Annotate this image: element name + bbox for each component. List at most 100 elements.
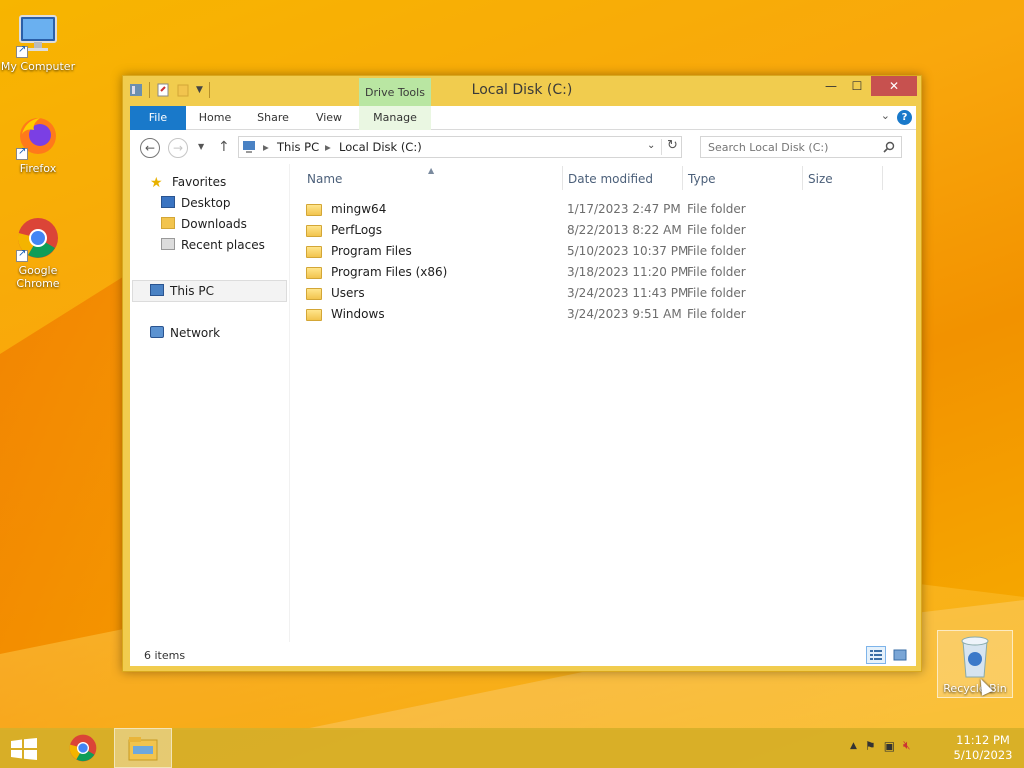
file-type: File folder [687, 265, 746, 279]
this-pc-icon [150, 284, 164, 296]
navigation-pane: ★ Favorites Desktop Downloads Recent plac… [130, 164, 290, 642]
forward-button[interactable]: → [168, 138, 188, 158]
tab-file[interactable]: File [130, 106, 186, 130]
clock-time: 11:12 PM [956, 733, 1010, 747]
file-name: Users [331, 286, 365, 300]
folder-icon [306, 309, 322, 321]
nav-item-label: Desktop [181, 196, 231, 210]
window-title: Local Disk (C:) [471, 82, 573, 98]
windows-start-icon[interactable] [10, 738, 38, 760]
column-header-date-modified[interactable]: Date modified [568, 172, 653, 186]
taskbar: ▲ ⚑ ▣ 🔇︎ 11:12 PM 5/10/2023 [0, 728, 1024, 768]
file-name: Program Files (x86) [331, 265, 448, 279]
file-type: File folder [687, 286, 746, 300]
clock[interactable]: 11:12 PM 5/10/2023 [952, 733, 1014, 763]
file-row[interactable]: Windows 3/24/2023 9:51 AM File folder [306, 304, 886, 325]
recycle-bin-icon [961, 636, 989, 678]
status-bar: 6 items [130, 642, 916, 666]
help-icon[interactable]: ? [897, 110, 912, 125]
recent-locations-icon[interactable]: ▼ [198, 142, 204, 151]
file-row[interactable]: Program Files (x86) 3/18/2023 11:20 PM F… [306, 262, 886, 283]
star-icon: ★ [150, 175, 163, 191]
volume-muted-icon[interactable]: 🔇︎ [903, 738, 911, 753]
network-status-icon[interactable]: ▣ [884, 739, 895, 753]
nav-item-downloads[interactable]: Downloads [161, 214, 247, 234]
column-header-type[interactable]: Type [688, 172, 716, 186]
file-name: mingw64 [331, 202, 387, 216]
maximize-button[interactable]: ☐ [843, 76, 871, 96]
details-view-button[interactable] [866, 646, 886, 664]
column-header-size[interactable]: Size [808, 172, 833, 186]
file-row[interactable]: mingw64 1/17/2023 2:47 PM File folder [306, 199, 886, 220]
desktop-icon-firefox[interactable]: Firefox [0, 112, 76, 175]
this-pc-small-icon [243, 141, 255, 153]
tab-view[interactable]: View [308, 106, 350, 130]
expand-ribbon-icon[interactable]: ⌄ [881, 109, 890, 122]
folder-icon [306, 225, 322, 237]
desktop-icon-recycle-bin[interactable]: Recycle Bin [937, 630, 1013, 698]
search-input[interactable] [701, 137, 876, 157]
search-box[interactable] [700, 136, 902, 158]
action-center-flag-icon[interactable]: ⚑ [865, 739, 876, 753]
desktop-icon-label: Recycle Bin [943, 682, 1007, 695]
file-row[interactable]: Program Files 5/10/2023 10:37 PM File fo… [306, 241, 886, 262]
network-icon [150, 326, 164, 338]
file-type: File folder [687, 202, 746, 216]
folder-icon [306, 288, 322, 300]
search-icon[interactable] [883, 141, 895, 153]
chrome-icon [14, 214, 62, 262]
tab-home[interactable]: Home [192, 106, 238, 130]
nav-item-desktop[interactable]: Desktop [161, 193, 231, 213]
nav-item-recent-places[interactable]: Recent places [161, 235, 265, 255]
desktop-icon-chrome[interactable]: Google Chrome [0, 214, 76, 290]
desktop-icon-label: Google Chrome [16, 264, 60, 290]
taskbar-chrome-button[interactable] [54, 728, 112, 768]
folder-icon [306, 204, 322, 216]
tab-manage[interactable]: Manage [359, 106, 431, 130]
address-dropdown-icon[interactable]: ⌄ [647, 140, 655, 151]
sort-ascending-icon: ▲ [428, 166, 435, 175]
breadcrumb-local-disk[interactable]: Local Disk (C:) [339, 140, 422, 154]
details-view-icon [870, 650, 882, 660]
refresh-button[interactable]: ↻ [667, 138, 678, 153]
explorer-window: ▼ Drive Tools Local Disk (C:) — ☐ ✕ File… [122, 75, 922, 672]
file-date: 5/10/2023 10:37 PM [567, 244, 689, 258]
system-tray: ▲ ⚑ ▣ 🔇︎ [850, 738, 911, 753]
breadcrumb-separator-icon: ▸ [263, 140, 269, 154]
recent-places-icon [161, 238, 175, 250]
address-bar[interactable]: ▸ This PC ▸ Local Disk (C:) ⌄ ↻ [238, 136, 682, 158]
chrome-icon [69, 734, 97, 762]
folder-icon [306, 267, 322, 279]
file-type: File folder [687, 223, 746, 237]
file-name: Program Files [331, 244, 412, 258]
up-button[interactable]: ↑ [218, 139, 230, 155]
file-type: File folder [687, 307, 746, 321]
file-type: File folder [687, 244, 746, 258]
file-name: PerfLogs [331, 223, 383, 237]
show-hidden-icons-icon[interactable]: ▲ [850, 741, 857, 751]
ribbon-tabs: File Home Share View Manage ⌄ ? [130, 106, 916, 130]
navigation-bar: ← → ▼ ↑ ▸ This PC ▸ Local Disk (C:) ⌄ ↻ [130, 130, 916, 164]
nav-item-label: Favorites [172, 175, 227, 189]
folder-icon [306, 246, 322, 258]
nav-item-favorites[interactable]: ★ Favorites [150, 172, 226, 192]
desktop-icon-my-computer[interactable]: My Computer [0, 10, 76, 73]
back-button[interactable]: ← [140, 138, 160, 158]
nav-item-network[interactable]: Network [150, 323, 220, 343]
minimize-button[interactable]: — [817, 76, 845, 96]
large-icons-view-icon [893, 649, 907, 661]
file-row[interactable]: Users 3/24/2023 11:43 PM File folder [306, 283, 886, 304]
tab-share[interactable]: Share [250, 106, 296, 130]
nav-item-this-pc[interactable]: This PC [150, 281, 214, 301]
file-row[interactable]: PerfLogs 8/22/2013 8:22 AM File folder [306, 220, 886, 241]
close-button[interactable]: ✕ [871, 76, 917, 96]
file-explorer-icon [128, 737, 158, 761]
large-icons-view-button[interactable] [890, 646, 910, 664]
content-area: ★ Favorites Desktop Downloads Recent plac… [130, 164, 916, 642]
file-date: 3/24/2023 9:51 AM [567, 307, 682, 321]
taskbar-file-explorer-button[interactable] [114, 728, 172, 768]
file-date: 3/24/2023 11:43 PM [567, 286, 689, 300]
column-header-name[interactable]: Name [307, 172, 342, 186]
title-bar[interactable]: ▼ Drive Tools Local Disk (C:) — ☐ ✕ [123, 76, 921, 106]
breadcrumb-this-pc[interactable]: This PC [277, 140, 319, 154]
